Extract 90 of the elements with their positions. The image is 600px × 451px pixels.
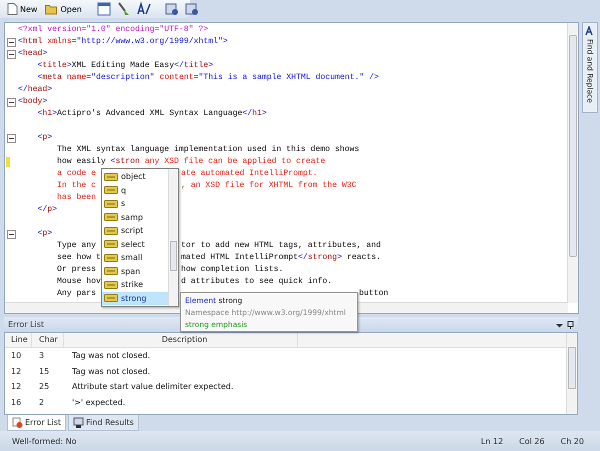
monitor-icon xyxy=(73,417,84,428)
error-icon xyxy=(12,417,23,428)
panel-tab[interactable]: Find Results xyxy=(68,415,139,431)
code-line: tor to add new HTML tags, attributes, and xyxy=(181,240,381,252)
panel-title: Error List xyxy=(8,320,44,329)
code-line: <title>XML Editing Made Easy</title> xyxy=(36,61,214,70)
table-cell-text: 12 xyxy=(10,366,22,376)
status-text: Ch 20 xyxy=(560,436,584,446)
pin-icon[interactable] xyxy=(567,320,574,328)
column-header[interactable]: Description xyxy=(64,333,298,347)
table-cell-text: Tag was not closed. xyxy=(71,366,150,376)
code-line: see how t xyxy=(56,253,101,262)
page-icon xyxy=(7,3,18,15)
completion-item[interactable]: select xyxy=(102,238,168,251)
tag-icon xyxy=(104,172,118,181)
code-line: </head> xyxy=(18,85,52,94)
completion-item[interactable]: span xyxy=(102,264,168,278)
code-line: <body> xyxy=(18,97,48,106)
collapse-icon[interactable] xyxy=(7,50,16,58)
window-icon[interactable] xyxy=(94,1,113,17)
code-line: Any pars xyxy=(56,289,96,298)
tag-icon xyxy=(104,226,118,235)
completion-item[interactable]: strike xyxy=(102,278,168,292)
code-line: button xyxy=(359,288,388,300)
tool-icon[interactable] xyxy=(162,1,181,17)
table-cell-text: '>' expected. xyxy=(71,398,126,407)
tag-icon xyxy=(104,280,118,289)
tag-icon xyxy=(104,294,118,302)
code-line: <p> xyxy=(36,133,52,142)
code-line: Type any xyxy=(56,241,96,250)
open-button[interactable]: Open xyxy=(42,2,85,16)
table-cell-text: Tag was not closed. xyxy=(71,351,150,360)
code-line: <meta name="description" content="This is a sample XHTML document." /> xyxy=(36,73,379,82)
code-line: </p> xyxy=(36,205,58,214)
letter-a-icon xyxy=(585,26,595,36)
table-cell-text: 3 xyxy=(38,351,46,360)
code-line: Mouse hov xyxy=(56,277,101,286)
status-text: Well-formed: No xyxy=(12,436,78,446)
tool-icon[interactable] xyxy=(182,1,201,17)
code-line: <?xml version="1.0" encoding="UTF-8" ?> xyxy=(18,25,208,34)
table-cell-text: Attribute start value delimiter expected. xyxy=(71,382,234,392)
code-line: <html xmlns="http://www.w3.org/1999/xhtml"> xyxy=(18,37,228,46)
code-line: how easily <stron any XSD file can be applied to create xyxy=(56,157,326,166)
tag-icon xyxy=(104,200,118,208)
code-line: , an XSD file for XHTML from the W3C xyxy=(181,180,357,192)
code-line: d attributes to see quick info. xyxy=(181,276,332,288)
code-line: has been xyxy=(56,193,96,202)
completion-item[interactable]: s xyxy=(102,197,168,210)
status-text: Col 26 xyxy=(519,436,545,446)
vertical-scrollbar[interactable] xyxy=(168,169,178,306)
tag-icon xyxy=(104,213,118,222)
code-line: a code e xyxy=(56,169,96,178)
column-header[interactable]: Line xyxy=(5,333,32,347)
completion-item[interactable]: script xyxy=(102,224,168,238)
table-cell-text: 2 xyxy=(38,398,46,407)
code-line: Or press xyxy=(56,265,96,274)
code-line: ate automated IntelliPrompt. xyxy=(181,168,318,180)
completion-item[interactable]: strong xyxy=(102,292,168,305)
tag-icon xyxy=(104,240,118,248)
folder-icon xyxy=(45,4,58,14)
completion-item[interactable]: q xyxy=(102,184,168,197)
font-icon[interactable] xyxy=(134,1,153,17)
column-header[interactable]: Char xyxy=(32,333,64,347)
collapse-icon[interactable] xyxy=(7,134,16,142)
tag-icon xyxy=(104,267,118,276)
tag-icon xyxy=(104,186,118,194)
code-line: mated HTML IntelliPrompt</strong> reacts. xyxy=(181,252,381,264)
completion-item[interactable]: samp xyxy=(102,210,168,224)
code-line: <h1>Actipro's Advanced XML Syntax Language</h1> xyxy=(36,109,267,118)
code-line: <head> xyxy=(18,49,48,58)
table-cell-text: 12 xyxy=(10,382,22,392)
vertical-scrollbar[interactable] xyxy=(566,333,577,414)
table-cell-text: 25 xyxy=(38,382,50,392)
collapse-icon[interactable] xyxy=(7,38,16,46)
table-cell-text: 16 xyxy=(10,398,22,407)
status-text: Ln 12 xyxy=(480,436,504,446)
vertical-scrollbar[interactable] xyxy=(567,23,578,303)
panel-tab[interactable]: Error List xyxy=(7,415,66,431)
code-line: how completion lists. xyxy=(181,264,284,276)
code-line: <p> xyxy=(36,229,52,238)
code-line: The XML syntax language implementation used in this demo shows xyxy=(56,145,360,154)
tag-icon xyxy=(104,254,118,262)
table-cell-text: 10 xyxy=(10,351,22,360)
collapse-icon[interactable] xyxy=(7,230,16,238)
completion-item[interactable]: small xyxy=(102,251,168,264)
completion-item[interactable]: object xyxy=(102,170,168,184)
new-button[interactable]: New xyxy=(4,2,40,16)
table-cell-text: 15 xyxy=(38,366,50,376)
code-line: In the c xyxy=(56,181,96,190)
collapse-icon[interactable] xyxy=(7,98,16,106)
